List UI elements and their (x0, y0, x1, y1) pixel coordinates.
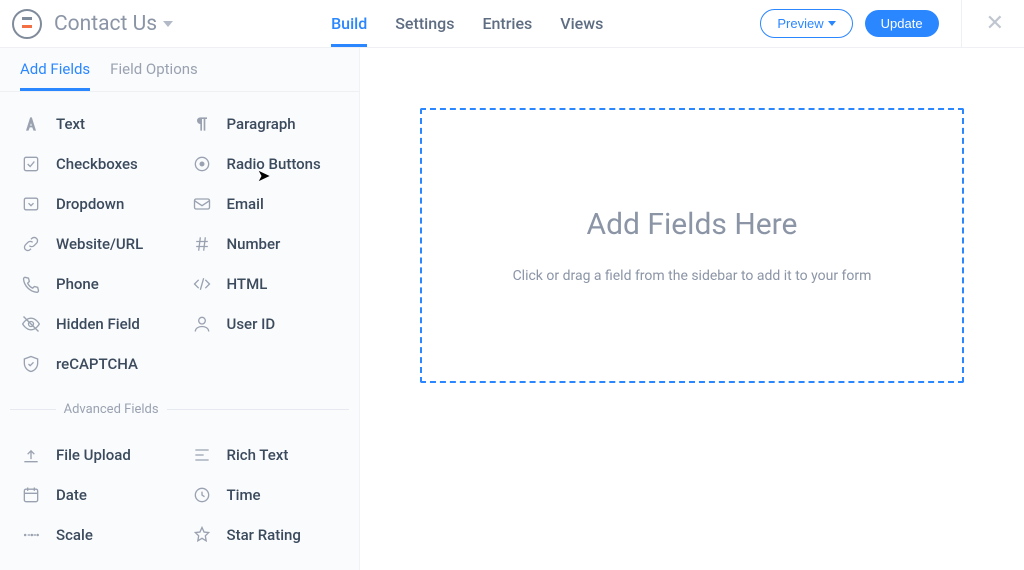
field-star-rating[interactable]: Star Rating (181, 515, 352, 555)
scale-icon (16, 525, 46, 545)
shield-icon (16, 354, 46, 374)
calendar-icon (16, 485, 46, 505)
field-label: Hidden Field (56, 315, 140, 333)
field-scale[interactable]: Scale (10, 515, 181, 555)
field-label: Rich Text (227, 446, 289, 464)
field-label: Star Rating (227, 526, 301, 544)
field-label: reCAPTCHA (56, 355, 138, 373)
section-label: Advanced Fields (56, 402, 167, 417)
field-label: Dropdown (56, 195, 124, 213)
field-label: Number (227, 235, 281, 253)
section-advanced-fields: Advanced Fields (0, 402, 359, 417)
field-recaptcha[interactable]: reCAPTCHA (10, 344, 351, 384)
email-icon (187, 194, 217, 214)
field-file-upload[interactable]: File Upload (10, 435, 181, 475)
field-label: Email (227, 195, 264, 213)
form-canvas: Add Fields Here Click or drag a field fr… (360, 48, 1024, 570)
field-html[interactable]: HTML (181, 264, 352, 304)
richtext-icon (187, 445, 217, 465)
link-icon (16, 234, 46, 254)
preview-button[interactable]: Preview (760, 9, 852, 38)
field-radio[interactable]: Radio Buttons (181, 144, 352, 184)
field-date[interactable]: Date (10, 475, 181, 515)
field-label: Radio Buttons (227, 155, 321, 173)
app-logo[interactable] (12, 9, 42, 39)
eye-off-icon (16, 314, 46, 334)
star-icon (187, 525, 217, 545)
field-checkboxes[interactable]: Checkboxes (10, 144, 181, 184)
sidebar: Add Fields Field Options Text Paragraph (0, 48, 360, 570)
text-icon (16, 114, 46, 134)
caret-down-icon (163, 21, 173, 27)
field-rich-text[interactable]: Rich Text (181, 435, 352, 475)
paragraph-icon (187, 114, 217, 134)
field-paragraph[interactable]: Paragraph (181, 104, 352, 144)
user-icon (187, 314, 217, 334)
radio-icon (187, 154, 217, 174)
field-label: Text (56, 115, 85, 133)
dropdown-icon (16, 194, 46, 214)
form-title-dropdown[interactable]: Contact Us (54, 12, 173, 36)
dropzone-title: Add Fields Here (587, 207, 798, 242)
caret-down-icon (828, 21, 836, 26)
field-label: Phone (56, 275, 99, 293)
field-label: User ID (227, 315, 276, 333)
clock-icon (187, 485, 217, 505)
code-icon (187, 274, 217, 294)
tab-views[interactable]: Views (560, 0, 603, 47)
field-label: File Upload (56, 446, 131, 464)
field-label: Scale (56, 526, 93, 544)
close-icon[interactable]: ✕ (980, 11, 1010, 36)
checkbox-icon (16, 154, 46, 174)
field-email[interactable]: Email (181, 184, 352, 224)
field-number[interactable]: Number (181, 224, 352, 264)
form-title-text: Contact Us (54, 12, 157, 36)
field-hidden[interactable]: Hidden Field (10, 304, 181, 344)
hash-icon (187, 234, 217, 254)
dropzone[interactable]: Add Fields Here Click or drag a field fr… (420, 108, 964, 383)
field-label: HTML (227, 275, 268, 293)
field-label: Paragraph (227, 115, 296, 133)
divider (961, 0, 962, 48)
sidebar-tab-add-fields[interactable]: Add Fields (20, 48, 90, 91)
field-text[interactable]: Text (10, 104, 181, 144)
field-label: Checkboxes (56, 155, 138, 173)
field-dropdown[interactable]: Dropdown (10, 184, 181, 224)
preview-label: Preview (777, 16, 823, 31)
field-userid[interactable]: User ID (181, 304, 352, 344)
field-label: Website/URL (56, 235, 143, 253)
dropzone-hint: Click or drag a field from the sidebar t… (513, 268, 872, 284)
field-label: Time (227, 486, 261, 504)
tab-entries[interactable]: Entries (482, 0, 532, 47)
tab-build[interactable]: Build (331, 0, 367, 47)
update-button[interactable]: Update (865, 10, 939, 37)
field-phone[interactable]: Phone (10, 264, 181, 304)
field-label: Date (56, 486, 87, 504)
upload-icon (16, 445, 46, 465)
field-time[interactable]: Time (181, 475, 352, 515)
tab-settings[interactable]: Settings (395, 0, 454, 47)
phone-icon (16, 274, 46, 294)
sidebar-tab-field-options[interactable]: Field Options (110, 48, 198, 91)
field-website[interactable]: Website/URL (10, 224, 181, 264)
